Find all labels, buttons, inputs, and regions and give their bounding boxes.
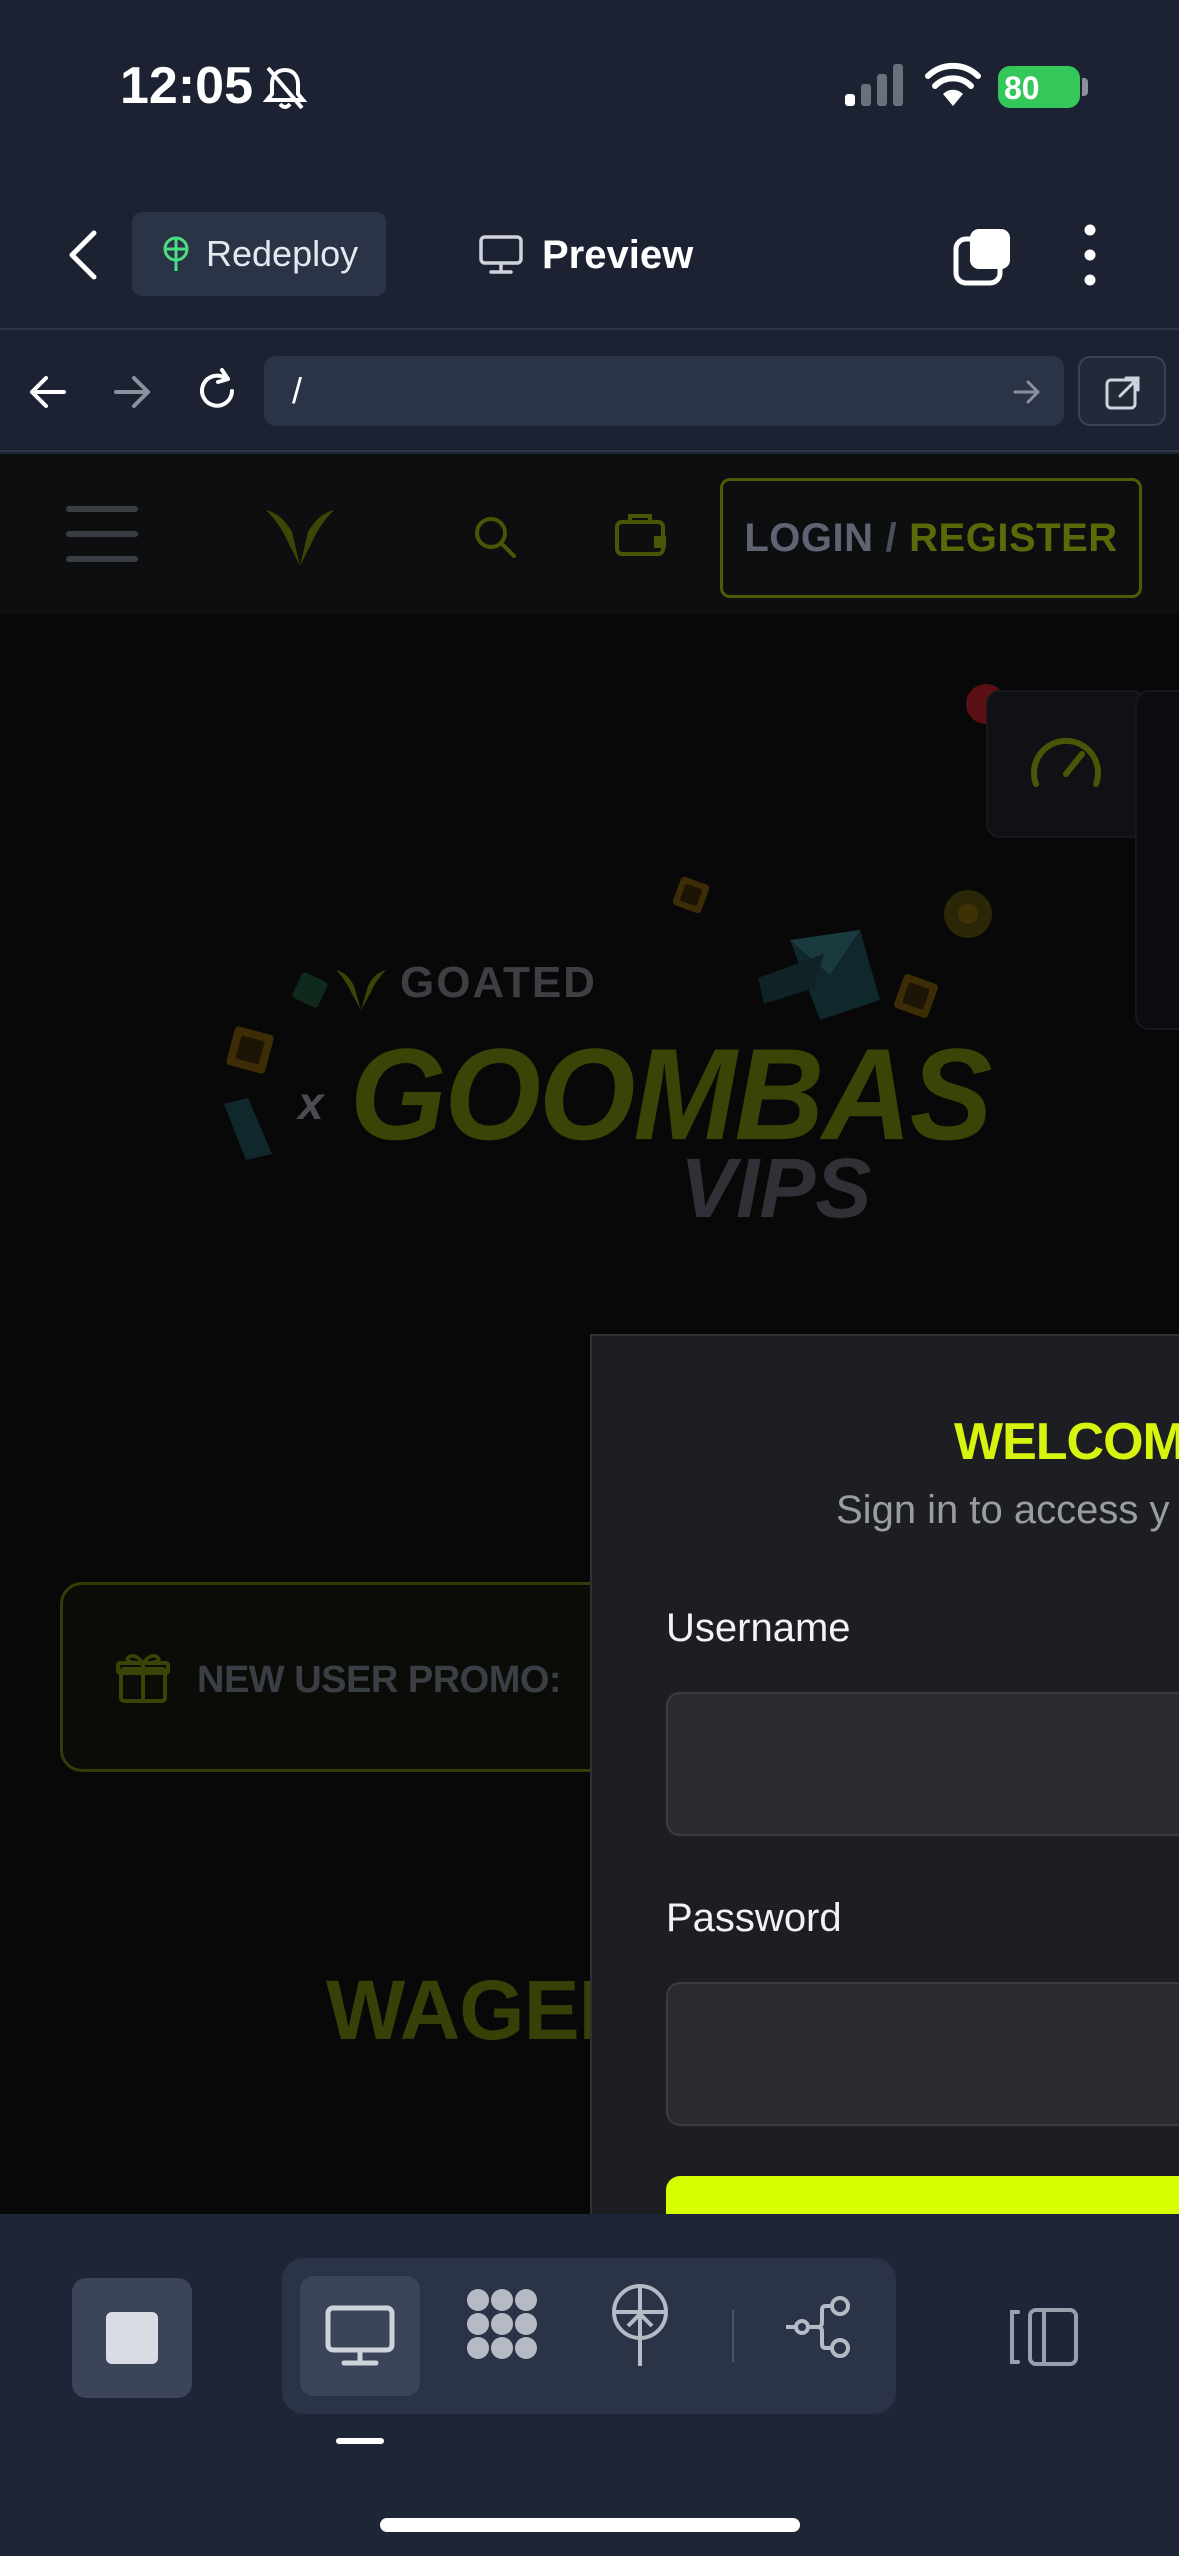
username-label: Username [666, 1606, 851, 1650]
gold-gem-decoration [672, 876, 710, 914]
modal-title: WELCOME [954, 1413, 1179, 1471]
gold-gem-decoration [226, 1026, 274, 1074]
login-modal: WELCOME Sign in to access y Username Pas… [590, 1334, 1179, 2214]
status-bar: 12:05 80 [0, 0, 1179, 175]
hero-brand-text: GOATED [400, 958, 597, 1007]
deploy-tree-icon [163, 236, 189, 271]
preview-label: Preview [542, 232, 694, 277]
password-label: Password [666, 1896, 842, 1940]
login-register-button[interactable]: LOGIN / REGISTER [720, 478, 1142, 598]
promo-label: NEW USER PROMO: [197, 1659, 562, 1701]
goat-logo-icon[interactable] [262, 502, 338, 568]
chevron-left-icon[interactable] [60, 225, 110, 285]
gold-gem-decoration [894, 974, 938, 1018]
hamburger-menu-icon[interactable] [66, 504, 138, 564]
wallet-icon[interactable] [614, 512, 670, 558]
password-input[interactable] [666, 1982, 1179, 2126]
reload-icon[interactable] [192, 366, 242, 416]
desktop-icon [325, 2305, 395, 2366]
stop-button[interactable] [72, 2278, 192, 2398]
desktop-view-button[interactable] [300, 2276, 420, 2396]
arrow-right-icon[interactable] [110, 370, 154, 414]
tabs-icon[interactable] [952, 225, 1014, 287]
register-label: REGISTER [909, 515, 1118, 560]
view-switcher-divider [732, 2310, 734, 2362]
green-gem-decoration [292, 972, 328, 1008]
split-panel-icon[interactable] [1008, 2306, 1080, 2368]
modules-icon[interactable] [462, 2284, 542, 2364]
open-external-button[interactable] [1078, 356, 1166, 426]
goated-logo-icon [336, 970, 386, 1010]
webview[interactable]: LOGIN / REGISTER GOATED x GOOMBAS VIPS N… [0, 454, 1179, 2214]
login-separator: / [885, 515, 898, 560]
redeploy-button[interactable]: Redeploy [132, 212, 386, 296]
external-link-icon [1105, 376, 1140, 410]
crystal-decoration [758, 954, 824, 1004]
search-icon[interactable] [472, 514, 518, 560]
speedometer-icon [1031, 737, 1101, 787]
stop-icon [106, 2312, 158, 2364]
battery-level: 80 [1004, 70, 1040, 106]
view-switcher [282, 2258, 896, 2414]
arrow-left-icon[interactable] [26, 370, 70, 414]
cellular-signal-icon [845, 64, 903, 106]
username-input[interactable] [666, 1692, 1179, 1836]
url-bar: / [0, 332, 1179, 452]
redeploy-label: Redeploy [206, 233, 359, 274]
battery-indicator: 80 [998, 66, 1080, 108]
home-indicator[interactable] [380, 2518, 800, 2532]
hero-banner: GOATED x GOOMBAS VIPS [210, 876, 1030, 1235]
url-input[interactable]: / [264, 356, 1064, 426]
gift-icon [116, 1654, 170, 1703]
bottom-toolbar [0, 2214, 1179, 2556]
crystal-decoration [224, 1098, 272, 1160]
speed-widget[interactable] [986, 690, 1146, 838]
gold-flower-decoration [944, 890, 992, 938]
battery-cap [1082, 78, 1088, 96]
url-path: / [292, 370, 303, 411]
sign-in-button[interactable] [666, 2176, 1179, 2214]
active-tab-indicator [336, 2438, 384, 2444]
more-vertical-icon[interactable] [1070, 220, 1110, 290]
bell-slash-icon [262, 66, 308, 110]
preview-tab[interactable]: Preview [478, 225, 693, 285]
hero-x-text: x [298, 1077, 324, 1129]
deploy-icon[interactable] [608, 2282, 672, 2368]
flow-icon[interactable] [784, 2292, 854, 2362]
modal-subtitle: Sign in to access y [836, 1488, 1170, 1532]
hero-subtitle-text: VIPS [680, 1141, 872, 1235]
go-arrow-icon[interactable] [1012, 378, 1042, 406]
app-header: Redeploy Preview [0, 175, 1179, 330]
hero-title-text: GOOMBAS [350, 1022, 992, 1168]
monitor-icon [479, 235, 523, 274]
site-header: LOGIN / REGISTER [0, 454, 1179, 614]
wifi-icon [925, 62, 981, 106]
login-label: LOGIN [744, 515, 874, 560]
status-time: 12:05 [120, 57, 253, 115]
side-panel-edge [1135, 690, 1179, 1030]
